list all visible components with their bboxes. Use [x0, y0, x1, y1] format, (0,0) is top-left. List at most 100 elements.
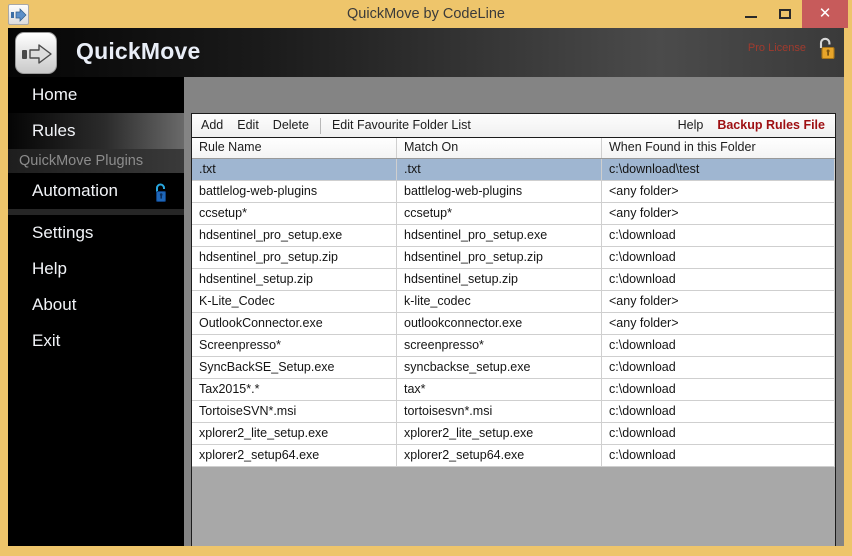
edit-button[interactable]: Edit [230, 114, 266, 137]
cell-rule-name: xplorer2_lite_setup.exe [192, 423, 397, 444]
table-row[interactable]: .txt .txt c:\download\test [192, 159, 835, 181]
sidebar-item-about[interactable]: About [8, 287, 184, 323]
rules-grid: Rule Name Match On When Found in this Fo… [191, 137, 836, 546]
cell-folder: <any folder> [602, 313, 835, 334]
sidebar-item-automation[interactable]: Automation [8, 173, 184, 209]
main-content: Add Edit Delete Edit Favourite Folder Li… [184, 77, 844, 546]
table-row[interactable]: OutlookConnector.exe outlookconnector.ex… [192, 313, 835, 335]
add-button[interactable]: Add [192, 114, 230, 137]
sidebar-item-settings[interactable]: Settings [8, 215, 184, 251]
sidebar-item-label: Automation [32, 181, 118, 200]
cell-rule-name: Screenpresso* [192, 335, 397, 356]
cell-rule-name: TortoiseSVN*.msi [192, 401, 397, 422]
cell-folder: c:\download [602, 357, 835, 378]
sidebar-item-home[interactable]: Home [8, 77, 184, 113]
maximize-button[interactable] [768, 0, 802, 28]
cell-rule-name: hdsentinel_setup.zip [192, 269, 397, 290]
sidebar-item-help[interactable]: Help [8, 251, 184, 287]
table-row[interactable]: K-Lite_Codec k-lite_codec <any folder> [192, 291, 835, 313]
rules-grid-body: Rule Name Match On When Found in this Fo… [192, 137, 835, 546]
table-row[interactable]: hdsentinel_pro_setup.exe hdsentinel_pro_… [192, 225, 835, 247]
sidebar-item-label: Exit [32, 331, 60, 350]
toolbar-separator [320, 118, 321, 134]
minimize-button[interactable] [734, 0, 768, 28]
application-window: QuickMove by CodeLine ✕ QuickMove P [0, 0, 852, 556]
help-button[interactable]: Help [671, 114, 711, 137]
sidebar-section-label: QuickMove Plugins [19, 153, 143, 169]
sidebar-item-label: About [32, 295, 76, 314]
cell-match-on: hdsentinel_pro_setup.exe [397, 225, 602, 246]
cell-folder: c:\download [602, 445, 835, 466]
rules-toolbar: Add Edit Delete Edit Favourite Folder Li… [191, 113, 836, 138]
cell-folder: c:\download [602, 225, 835, 246]
window-controls: ✕ [734, 0, 848, 28]
app-header: QuickMove Pro License [8, 28, 844, 77]
cell-rule-name: OutlookConnector.exe [192, 313, 397, 334]
cell-folder: <any folder> [602, 181, 835, 202]
cell-match-on: xplorer2_setup64.exe [397, 445, 602, 466]
cell-folder: <any folder> [602, 203, 835, 224]
cell-folder: c:\download\test [602, 159, 835, 180]
sidebar-item-label: Rules [32, 121, 75, 140]
page-title: QuickMove [76, 38, 201, 65]
column-header-when-found-folder[interactable]: When Found in this Folder [602, 137, 835, 158]
cell-match-on: outlookconnector.exe [397, 313, 602, 334]
cell-match-on: battlelog-web-plugins [397, 181, 602, 202]
cell-match-on: tortoisesvn*.msi [397, 401, 602, 422]
sidebar-item-exit[interactable]: Exit [8, 323, 184, 359]
cell-match-on: xplorer2_lite_setup.exe [397, 423, 602, 444]
table-row[interactable]: hdsentinel_setup.zip hdsentinel_setup.zi… [192, 269, 835, 291]
cell-match-on: k-lite_codec [397, 291, 602, 312]
table-row[interactable]: ccsetup* ccsetup* <any folder> [192, 203, 835, 225]
cell-rule-name: SyncBackSE_Setup.exe [192, 357, 397, 378]
cell-folder: c:\download [602, 379, 835, 400]
maximize-icon [779, 9, 791, 19]
table-row[interactable]: Tax2015*.* tax* c:\download [192, 379, 835, 401]
client-area: QuickMove Pro License Home Rules QuickMo… [8, 28, 844, 546]
pro-license-badge[interactable]: Pro License [748, 42, 806, 54]
sidebar: Home Rules QuickMove Plugins Automation [8, 77, 184, 546]
minimize-icon [745, 16, 757, 18]
backup-rules-file-button[interactable]: Backup Rules File [710, 114, 835, 137]
cell-folder: c:\download [602, 401, 835, 422]
column-header-match-on[interactable]: Match On [397, 137, 602, 158]
cell-rule-name: xplorer2_setup64.exe [192, 445, 397, 466]
close-button[interactable]: ✕ [802, 0, 848, 28]
edit-favourite-folder-list-button[interactable]: Edit Favourite Folder List [325, 114, 478, 137]
sidebar-item-rules[interactable]: Rules [8, 113, 184, 149]
sidebar-item-label: Home [32, 85, 77, 104]
cell-folder: c:\download [602, 269, 835, 290]
table-row[interactable]: xplorer2_setup64.exe xplorer2_setup64.ex… [192, 445, 835, 467]
cell-folder: c:\download [602, 335, 835, 356]
sidebar-item-label: Settings [32, 223, 93, 242]
cell-rule-name: hdsentinel_pro_setup.zip [192, 247, 397, 268]
quickmove-arrow-logo [15, 32, 57, 74]
table-row[interactable]: hdsentinel_pro_setup.zip hdsentinel_pro_… [192, 247, 835, 269]
cell-match-on: hdsentinel_pro_setup.zip [397, 247, 602, 268]
delete-button[interactable]: Delete [266, 114, 316, 137]
cell-match-on: hdsentinel_setup.zip [397, 269, 602, 290]
cell-rule-name: ccsetup* [192, 203, 397, 224]
cell-rule-name: .txt [192, 159, 397, 180]
cell-folder: <any folder> [602, 291, 835, 312]
cell-match-on: screenpresso* [397, 335, 602, 356]
column-header-rule-name[interactable]: Rule Name [192, 137, 397, 158]
table-row[interactable]: SyncBackSE_Setup.exe syncbackse_setup.ex… [192, 357, 835, 379]
cell-rule-name: hdsentinel_pro_setup.exe [192, 225, 397, 246]
cell-rule-name: battlelog-web-plugins [192, 181, 397, 202]
cell-rule-name: Tax2015*.* [192, 379, 397, 400]
cell-match-on: .txt [397, 159, 602, 180]
cell-rule-name: K-Lite_Codec [192, 291, 397, 312]
unlocked-padlock-icon[interactable] [815, 36, 837, 62]
table-row[interactable]: Screenpresso* screenpresso* c:\download [192, 335, 835, 357]
table-row[interactable]: xplorer2_lite_setup.exe xplorer2_lite_se… [192, 423, 835, 445]
cell-match-on: syncbackse_setup.exe [397, 357, 602, 378]
cell-match-on: ccsetup* [397, 203, 602, 224]
table-row[interactable]: TortoiseSVN*.msi tortoisesvn*.msi c:\dow… [192, 401, 835, 423]
cell-folder: c:\download [602, 247, 835, 268]
cell-match-on: tax* [397, 379, 602, 400]
close-icon: ✕ [802, 0, 848, 28]
table-row[interactable]: battlelog-web-plugins battlelog-web-plug… [192, 181, 835, 203]
grid-empty-area [192, 467, 835, 546]
title-bar: QuickMove by CodeLine ✕ [0, 0, 852, 28]
